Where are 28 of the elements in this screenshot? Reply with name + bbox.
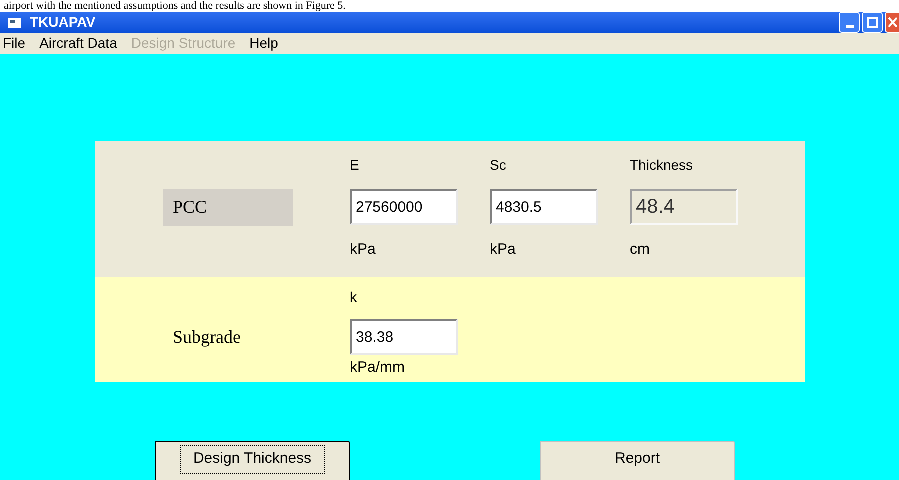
field-label: Thickness [630, 156, 694, 175]
app-icon [8, 16, 22, 28]
minimize-button[interactable] [839, 12, 860, 33]
menu-item[interactable]: Aircraft Data [40, 33, 118, 54]
maximize-button[interactable] [862, 12, 883, 33]
maximize-icon [867, 17, 878, 28]
close-button[interactable] [885, 12, 899, 33]
menu-item[interactable]: Help [250, 33, 278, 54]
menu-item[interactable]: File [3, 33, 26, 54]
design-thickness-button[interactable]: Design Thickness [155, 441, 350, 480]
unit-label: kPa [490, 240, 517, 260]
close-icon [888, 17, 897, 28]
input-field[interactable]: 4830.5 [490, 189, 598, 225]
field-label: E [350, 156, 360, 175]
result-field[interactable]: 48.4 [630, 189, 738, 225]
unit-label: kPa [350, 240, 377, 260]
unit-label: kPa/mm [350, 358, 406, 378]
report-button[interactable]: Report [540, 441, 735, 480]
input-field[interactable]: 38.38 [350, 319, 458, 355]
pcc-label: PCC [163, 189, 293, 226]
window-title: TKUAPAV [30, 13, 96, 32]
caption-text: airport with the mentioned assumptions and the results are shown in Figure 5. [3, 0, 347, 12]
unit-label: cm [630, 240, 651, 260]
field-label: k [350, 288, 358, 307]
input-field[interactable]: 27560000 [350, 189, 458, 225]
field-label: Sc [490, 156, 508, 175]
minimize-icon [846, 25, 854, 28]
subgrade-label: Subgrade [172, 326, 242, 349]
